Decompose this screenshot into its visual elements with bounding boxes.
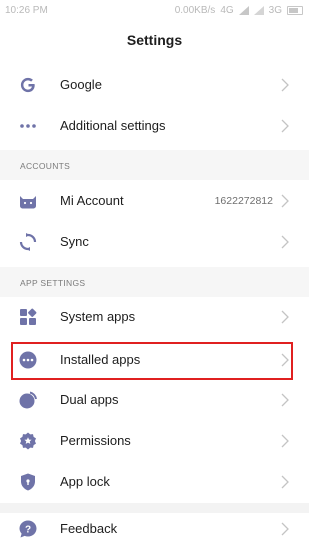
chevron-right-icon — [281, 475, 289, 489]
settings-item-label: Google — [60, 77, 102, 92]
chevron-right-icon — [281, 522, 289, 536]
signal-icon — [253, 6, 264, 15]
network-speed: 0.00KB/s — [174, 5, 216, 16]
settings-item-label: System apps — [60, 309, 136, 324]
chevron-right-icon — [281, 78, 289, 92]
highlight-box — [11, 342, 293, 380]
mi-account-icon — [20, 196, 36, 209]
settings-item-label: Sync — [60, 234, 89, 249]
mi-account-id: 1622272812 — [214, 195, 273, 207]
settings-item-label: App lock — [60, 474, 110, 489]
status-time: 10:26 PM — [5, 5, 48, 16]
settings-item-dual-apps[interactable]: Dual apps — [0, 379, 309, 421]
settings-item-app-lock[interactable]: App lock — [0, 461, 309, 503]
section-title: ACCOUNTS — [20, 161, 71, 171]
signal-icon — [238, 6, 249, 15]
status-bar: 10:26 PM 0.00KB/s 4G 3G — [0, 0, 309, 22]
chevron-right-icon — [281, 119, 289, 133]
section-header-app-settings: APP SETTINGS — [0, 267, 309, 297]
chevron-right-icon — [281, 235, 289, 249]
permissions-icon — [20, 432, 36, 450]
battery-icon — [287, 6, 303, 15]
settings-item-system-apps[interactable]: System apps — [0, 296, 309, 338]
settings-item-mi-account[interactable]: Mi Account 1622272812 — [0, 180, 309, 222]
settings-item-additional-settings[interactable]: Additional settings — [0, 105, 309, 147]
sim1-network: 4G — [220, 5, 234, 16]
settings-item-label: Permissions — [60, 433, 131, 448]
settings-item-label: Additional settings — [60, 118, 166, 133]
feedback-icon: ? — [19, 520, 37, 538]
settings-item-label: Mi Account — [60, 193, 124, 208]
page-title: Settings — [126, 32, 183, 48]
google-icon — [20, 77, 35, 93]
more-dots-icon — [20, 124, 36, 128]
chevron-right-icon — [281, 434, 289, 448]
chevron-right-icon — [281, 393, 289, 407]
settings-item-sync[interactable]: Sync — [0, 221, 309, 263]
dual-apps-icon — [19, 391, 37, 409]
settings-item-google[interactable]: Google — [0, 64, 309, 106]
settings-item-permissions[interactable]: Permissions — [0, 420, 309, 462]
section-header-accounts: ACCOUNTS — [0, 150, 309, 180]
apps-grid-icon — [20, 308, 37, 325]
settings-item-label: Dual apps — [60, 392, 119, 407]
section-title: APP SETTINGS — [20, 278, 86, 288]
svg-text:?: ? — [25, 525, 31, 536]
settings-item-label: Feedback — [60, 521, 118, 536]
sync-icon — [19, 233, 37, 251]
chevron-right-icon — [281, 194, 289, 208]
shield-lock-icon — [21, 473, 35, 491]
chevron-right-icon — [281, 310, 289, 324]
settings-item-feedback[interactable]: ? Feedback — [0, 508, 309, 550]
sim2-network: 3G — [268, 5, 282, 16]
